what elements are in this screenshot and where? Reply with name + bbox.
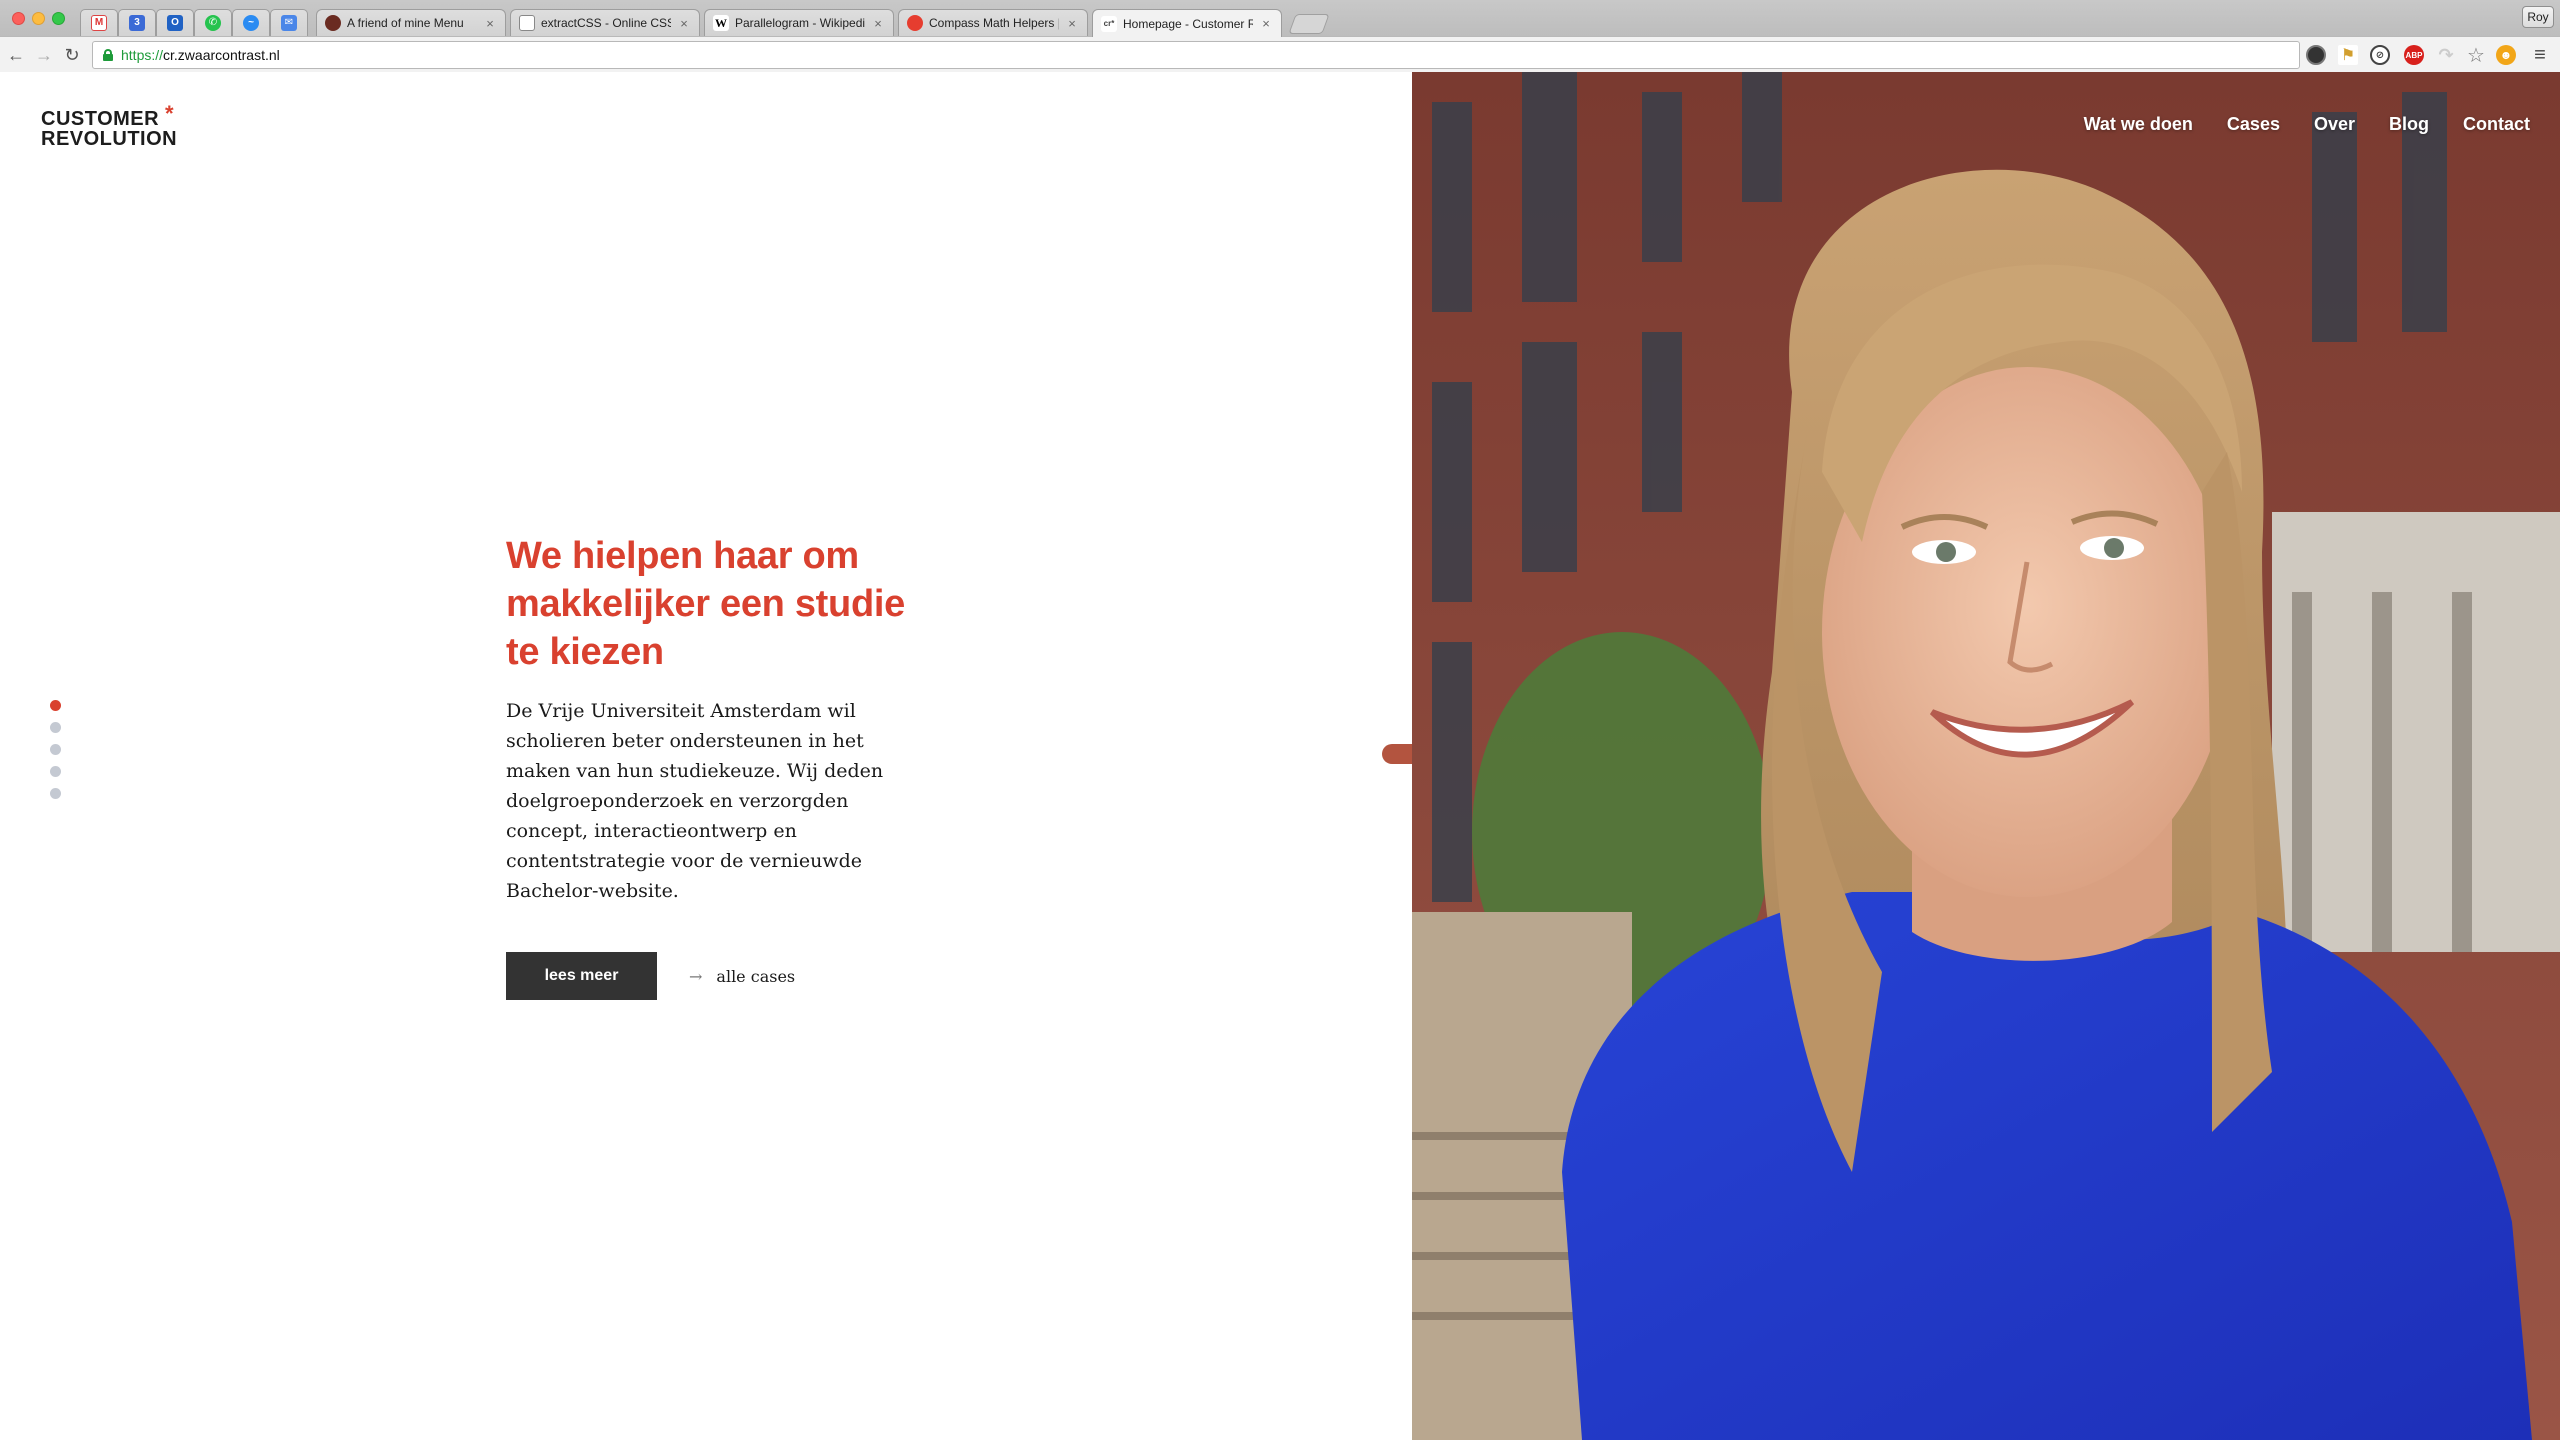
bookmark-star-icon[interactable]: ☆ [2466, 45, 2486, 67]
tab-compass[interactable]: Compass Math Helpers | Co × [898, 9, 1088, 36]
tab-extractcss[interactable]: extractCSS - Online CSS E × [510, 9, 700, 36]
hero-heading: We hielpen haar om makkelijker een studi… [506, 535, 905, 673]
close-icon[interactable]: × [483, 16, 497, 31]
close-icon[interactable]: × [1065, 16, 1079, 31]
extension-orange-icon[interactable]: ☻ [2496, 45, 2516, 65]
gmail-icon: M [91, 15, 107, 31]
mail-icon: ✉ [281, 15, 297, 31]
rss-icon[interactable]: ⚑ [2338, 45, 2358, 65]
pinned-tab-messenger[interactable]: ~ [232, 9, 270, 36]
share-icon[interactable]: ↷ [2436, 45, 2456, 65]
tab-wikipedia[interactable]: W Parallelogram - Wikipedia × [704, 9, 894, 36]
nav-link-contact[interactable]: Contact [2463, 114, 2530, 135]
pager-dot-3[interactable] [50, 744, 61, 755]
browser-chrome: M 3 O ✆ ~ ✉ A friend of mine Menu × extr… [0, 0, 2560, 72]
menu-icon[interactable]: ≡ [2530, 44, 2550, 66]
pager-dot-2[interactable] [50, 722, 61, 733]
pinned-tab-mail[interactable]: ✉ [270, 9, 308, 36]
lock-icon [103, 49, 113, 61]
arrow-right-icon: → [689, 966, 703, 986]
whatsapp-icon: ✆ [205, 15, 221, 31]
tab-title: Homepage - Customer Re [1123, 16, 1253, 31]
pinned-tab-calendar[interactable]: 3 [118, 9, 156, 36]
tab-friend-menu[interactable]: A friend of mine Menu × [316, 9, 506, 36]
pager-dot-4[interactable] [50, 766, 61, 777]
hero-body-text: De Vrije Universiteit Amsterdam wil scho… [506, 700, 884, 902]
pager-dot-5[interactable] [50, 788, 61, 799]
calendar-icon: 3 [129, 15, 145, 31]
minimize-window-button[interactable] [32, 12, 45, 25]
close-icon[interactable]: × [871, 16, 885, 31]
maximize-window-button[interactable] [52, 12, 65, 25]
tab-strip: M 3 O ✆ ~ ✉ A friend of mine Menu × extr… [0, 0, 2560, 37]
cr-icon: cr* [1101, 15, 1117, 32]
back-arrow-icon[interactable]: ← [4, 43, 28, 67]
reload-icon[interactable]: ↻ [60, 43, 84, 67]
close-icon[interactable]: × [1259, 16, 1273, 31]
logo-text-customer: CUSTOMER [41, 108, 160, 130]
tab-title: Parallelogram - Wikipedia [735, 16, 865, 30]
nav-link-wat-we-doen[interactable]: Wat we doen [2084, 114, 2193, 135]
adblock-icon[interactable]: ABP [2404, 45, 2424, 65]
pinned-tab-gmail[interactable]: M [80, 9, 118, 36]
new-tab-button[interactable] [1288, 14, 1330, 34]
tab-title: Compass Math Helpers | Co [929, 16, 1059, 30]
url-scheme: https:// [121, 47, 164, 63]
forward-arrow-icon[interactable]: → [32, 43, 56, 67]
wikipedia-icon: W [713, 15, 729, 31]
no-track-icon[interactable]: ⊘ [2370, 45, 2390, 65]
tab-homepage-active[interactable]: cr* Homepage - Customer Re × [1092, 9, 1282, 37]
nav-link-blog[interactable]: Blog [2389, 114, 2429, 135]
hero-section: We hielpen haar om makkelijker een studi… [506, 532, 926, 1000]
pinned-tab-outlook[interactable]: O [156, 9, 194, 36]
pinned-tab-whatsapp[interactable]: ✆ [194, 9, 232, 36]
logo-text-revolution: REVOLUTION [41, 128, 178, 150]
profile-button[interactable]: Roy [2522, 6, 2554, 28]
close-icon[interactable]: × [677, 16, 691, 31]
messenger-icon: ~ [243, 15, 259, 31]
slide-handle[interactable] [1382, 744, 1416, 764]
main-navigation: Wat we doen Cases Over Blog Contact [2084, 114, 2530, 135]
document-icon [519, 15, 535, 31]
web-page: CUSTOMER REVOLUTION * We hielpen haar om… [0, 72, 2560, 1440]
tab-title: extractCSS - Online CSS E [541, 16, 671, 30]
close-window-button[interactable] [12, 12, 25, 25]
all-cases-label: alle cases [716, 966, 796, 986]
browser-toolbar: ← → ↻ https:// cr.zwaarcontrast.nl ⚑ ⊘ A… [0, 36, 2560, 72]
site-logo[interactable]: CUSTOMER REVOLUTION * [41, 103, 181, 150]
outlook-icon: O [167, 15, 183, 31]
hero-actions: lees meer → alle cases [506, 952, 926, 1000]
all-cases-link[interactable]: → alle cases [689, 967, 795, 986]
compass-icon [907, 15, 923, 31]
extension-icon[interactable] [2306, 45, 2326, 65]
nav-link-cases[interactable]: Cases [2227, 114, 2280, 135]
slide-pager [50, 700, 61, 810]
pager-dot-1[interactable] [50, 700, 61, 711]
tab-title: A friend of mine Menu [347, 16, 464, 30]
url-host: cr.zwaarcontrast.nl [163, 47, 280, 63]
friend-icon [325, 15, 341, 31]
logo-star-icon: * [165, 101, 175, 126]
read-more-button[interactable]: lees meer [506, 952, 657, 1000]
address-bar[interactable]: https:// cr.zwaarcontrast.nl [92, 41, 2300, 69]
nav-link-over[interactable]: Over [2314, 114, 2355, 135]
portrait-illustration [1412, 72, 2560, 1440]
hero-photo [1412, 72, 2560, 1440]
